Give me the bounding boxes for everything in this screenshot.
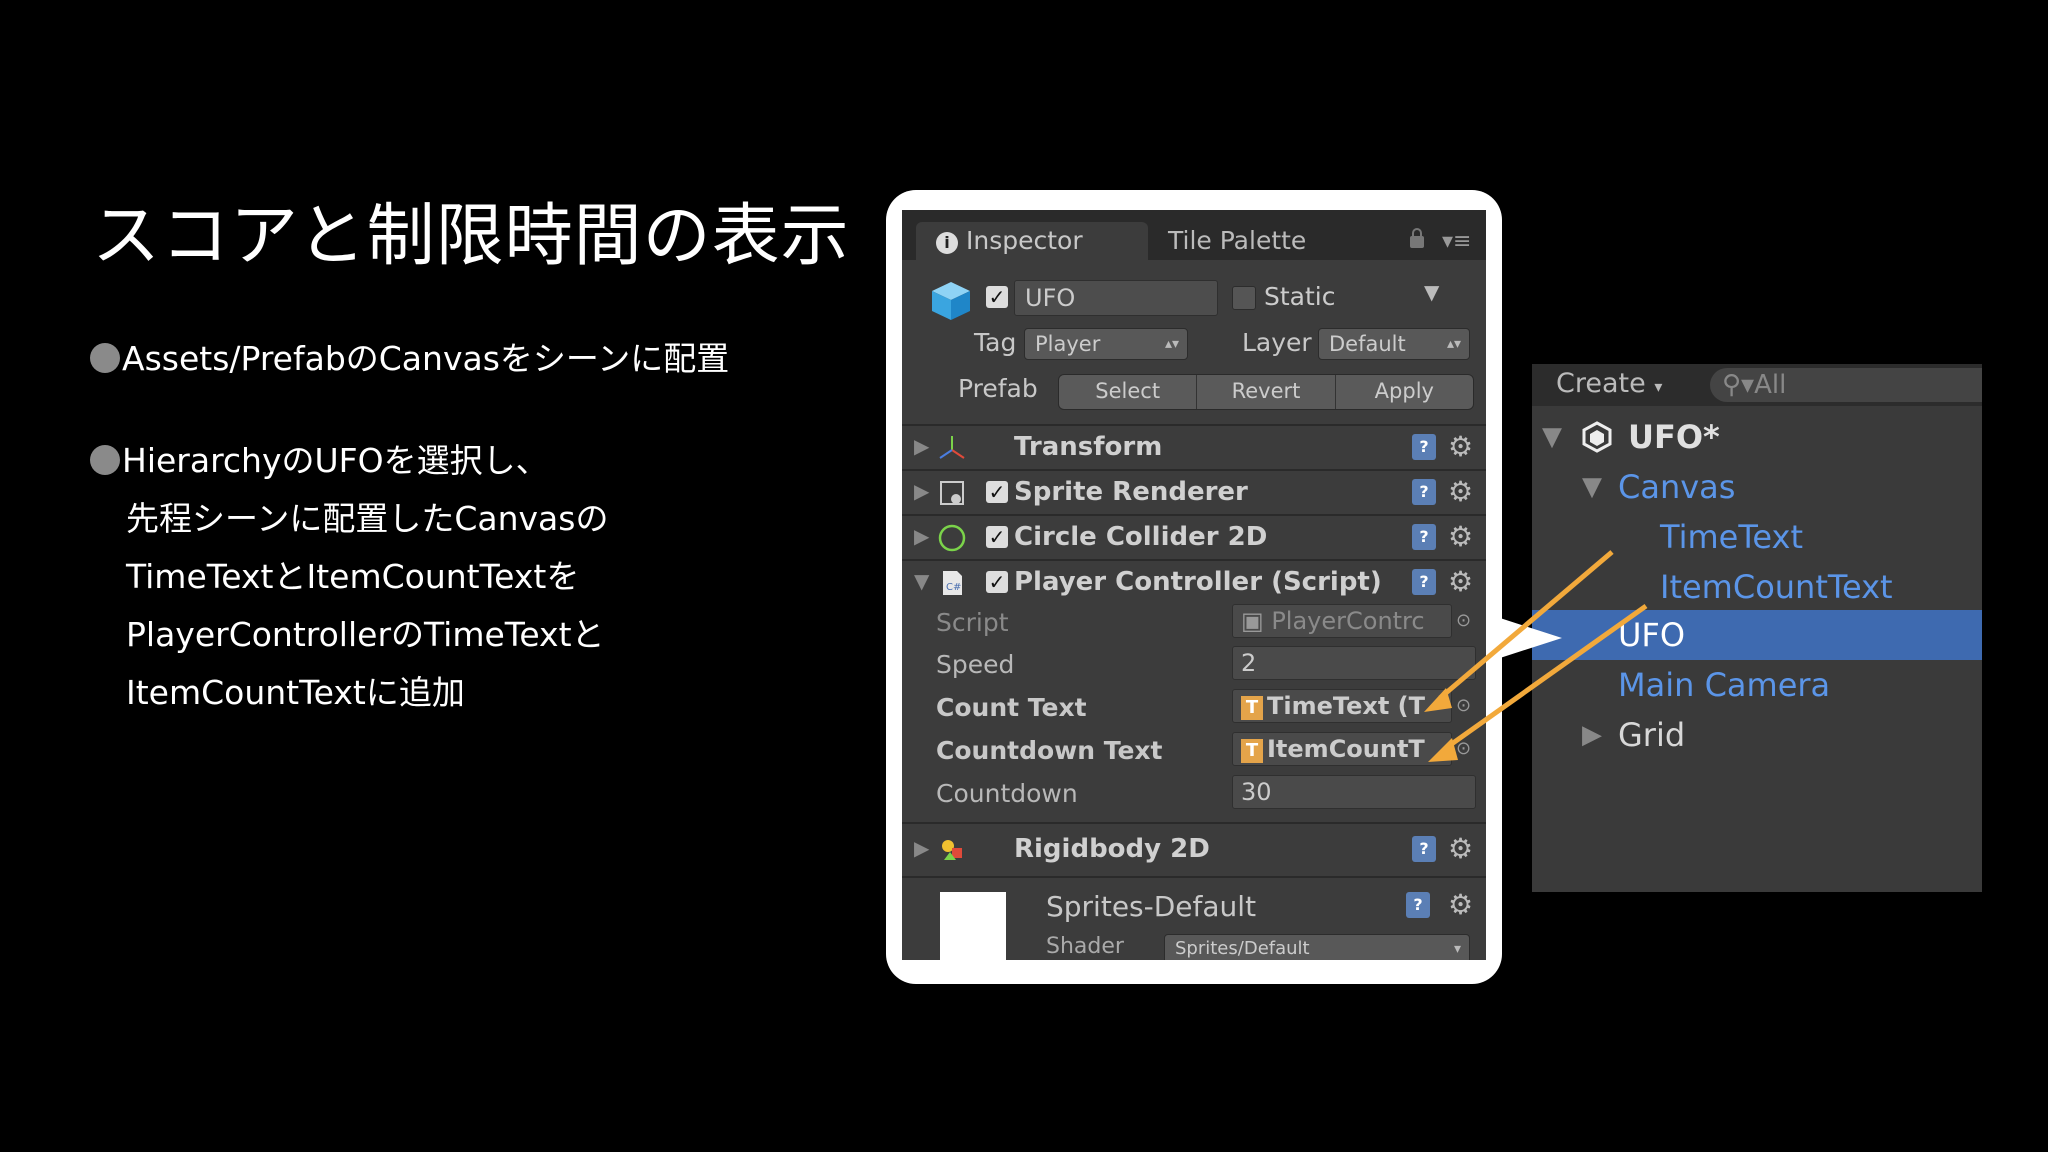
itemcounttext-arrow — [1444, 603, 1648, 751]
annotation-arrows — [1424, 550, 1648, 762]
timetext-arrow — [1438, 550, 1614, 700]
